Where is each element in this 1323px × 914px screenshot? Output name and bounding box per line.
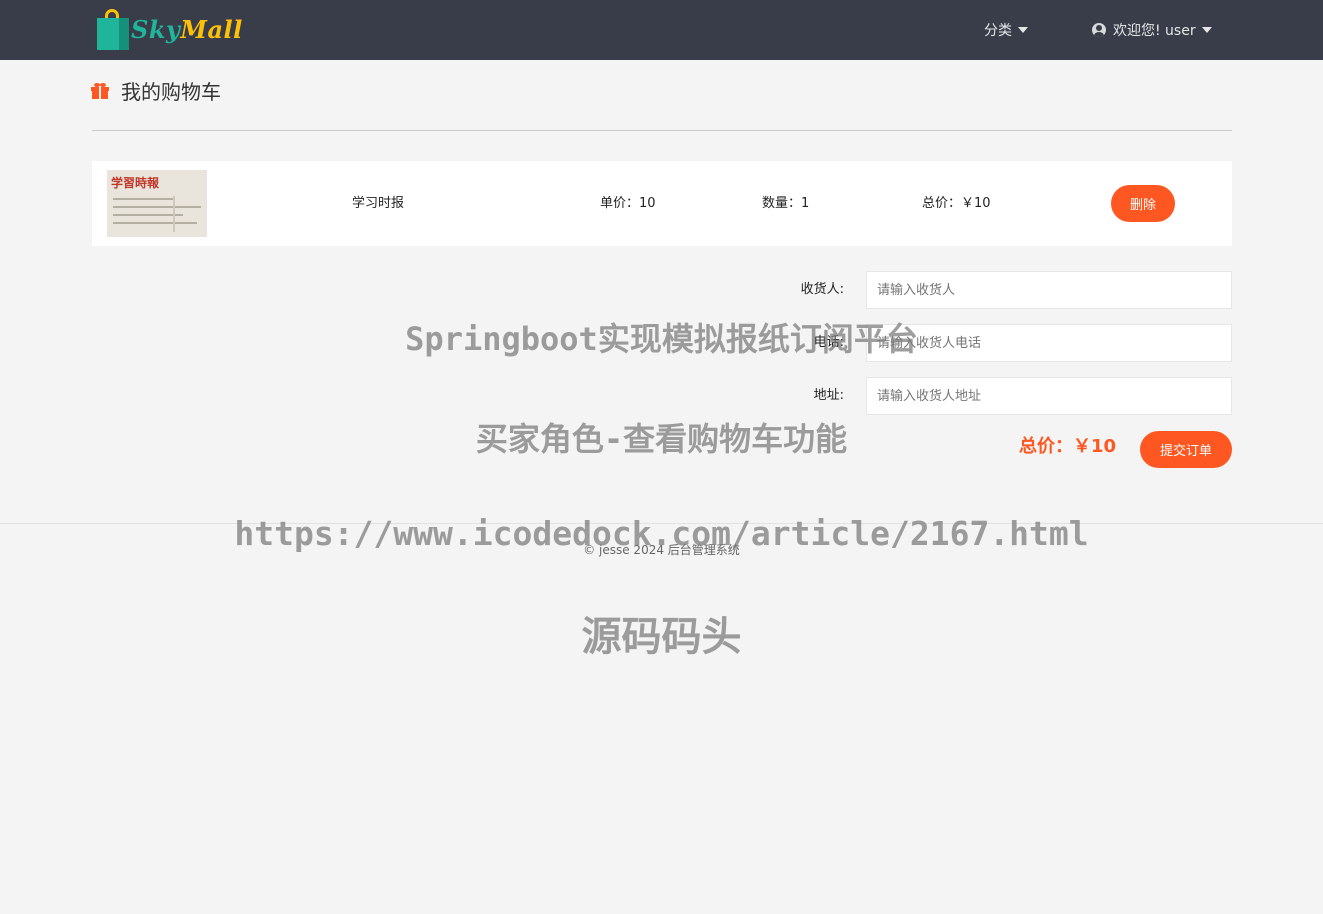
user-menu-label: 欢迎您! user xyxy=(1113,23,1196,39)
phone-input[interactable] xyxy=(866,324,1232,362)
gift-icon xyxy=(91,82,109,99)
logo-text-mall: Mall xyxy=(180,14,243,44)
user-circle-icon xyxy=(1092,23,1106,37)
delete-button[interactable]: 删除 xyxy=(1111,185,1175,222)
quantity: 数量：1 xyxy=(762,196,810,211)
category-menu[interactable]: 分类 xyxy=(984,0,1028,60)
watermark-subtitle: 买家角色-查看购物车功能 xyxy=(475,420,848,458)
submit-order-button[interactable]: 提交订单 xyxy=(1140,431,1232,468)
unit-price: 单价：10 xyxy=(600,196,656,211)
product-thumbnail[interactable]: 学習時報 xyxy=(107,170,207,237)
footer-divider xyxy=(0,523,1323,524)
page-title-text: 我的购物车 xyxy=(121,80,221,104)
logo-text-sky: Sky xyxy=(131,14,181,44)
caret-down-icon xyxy=(1018,27,1028,33)
skymall-logo[interactable]: SkyMall xyxy=(97,9,243,50)
user-menu[interactable]: 欢迎您! user xyxy=(1092,0,1212,60)
phone-label: 电话: xyxy=(813,335,844,350)
watermark-brand: 源码码头 xyxy=(581,614,742,660)
address-input[interactable] xyxy=(866,377,1232,415)
address-label: 地址: xyxy=(813,388,844,403)
caret-down-icon xyxy=(1201,27,1212,33)
item-total: 总价：￥10 xyxy=(922,196,991,211)
title-divider xyxy=(92,130,1232,131)
shopping-bag-icon xyxy=(97,9,129,50)
cart-item-row: 学習時報 学习时报 单价：10 数量：1 总价：￥10 删除 xyxy=(92,161,1232,246)
thumbnail-masthead: 学習時報 xyxy=(111,176,160,190)
product-name: 学习时报 xyxy=(352,196,405,211)
logo-text: SkyMall xyxy=(131,15,243,44)
top-navbar: SkyMall 分类 欢迎您! user xyxy=(0,0,1323,60)
order-total: 总价：￥10 xyxy=(1019,436,1117,457)
footer-text: © jesse 2024 后台管理系统 xyxy=(583,543,740,557)
receiver-input[interactable] xyxy=(866,271,1232,309)
category-menu-label: 分类 xyxy=(984,23,1012,39)
receiver-label: 收货人: xyxy=(800,282,844,297)
page-title: 我的购物车 xyxy=(91,76,221,105)
